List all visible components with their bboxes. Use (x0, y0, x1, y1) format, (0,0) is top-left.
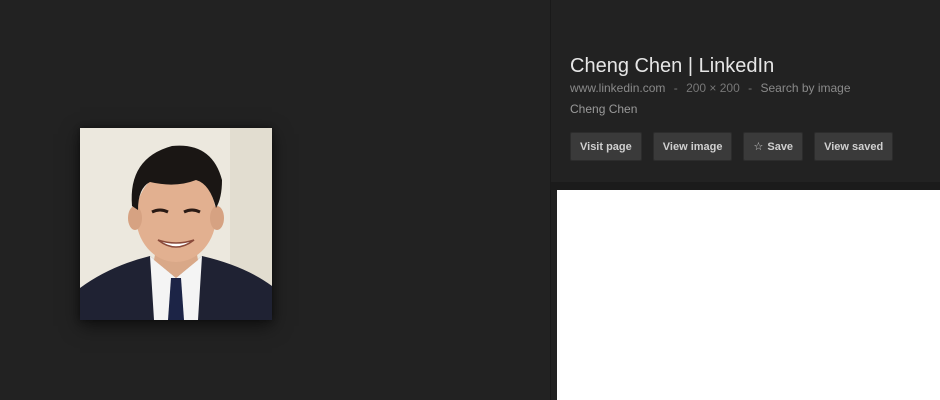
star-icon: ☆ (753, 141, 764, 153)
view-saved-button[interactable]: View saved (814, 132, 894, 161)
image-info-panel: Cheng Chen | LinkedIn www.linkedin.com -… (551, 0, 940, 182)
meta-separator: - (673, 81, 678, 95)
view-image-label: View image (662, 140, 723, 153)
related-images-panel (557, 190, 940, 400)
image-dimensions: 200 × 200 (686, 81, 740, 95)
visit-page-label: Visit page (580, 140, 632, 153)
view-image-button[interactable]: View image (652, 132, 733, 161)
related-divider (551, 182, 940, 190)
search-by-image-link[interactable]: Search by image (760, 81, 850, 95)
image-viewer: Cheng Chen | LinkedIn www.linkedin.com -… (0, 0, 940, 400)
visit-page-button[interactable]: Visit page (570, 132, 642, 161)
view-saved-label: View saved (824, 140, 884, 153)
result-caption: Cheng Chen (570, 102, 638, 116)
result-title[interactable]: Cheng Chen | LinkedIn (570, 55, 774, 78)
profile-photo[interactable] (80, 128, 272, 320)
save-label: Save (767, 140, 794, 153)
save-button[interactable]: ☆ Save (743, 132, 804, 161)
source-link[interactable]: www.linkedin.com (570, 81, 665, 95)
action-bar: Visit page View image ☆ Save View saved (570, 132, 894, 161)
image-preview-pane (0, 0, 550, 400)
meta-separator: - (748, 81, 753, 95)
portrait-image (80, 128, 272, 320)
result-meta: www.linkedin.com - 200 × 200 - Search by… (570, 81, 851, 95)
